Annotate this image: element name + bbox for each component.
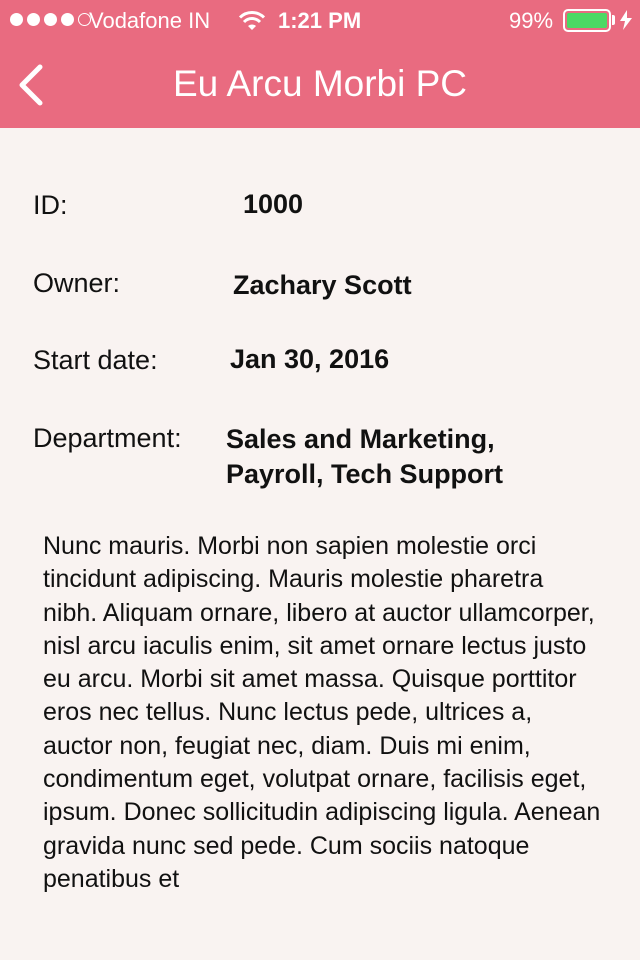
header-bar: Vodafone IN 1:21 PM 99% Eu Arcu Morbi PC xyxy=(0,0,640,128)
department-value-line1: Sales and Marketing, xyxy=(226,424,495,454)
start-date-label: Start date: xyxy=(33,345,158,375)
battery-level-fill xyxy=(567,13,607,28)
description-text: Nunc mauris. Morbi non sapien molestie o… xyxy=(43,532,601,893)
carrier-name: Vodafone IN xyxy=(89,8,211,33)
department-value-line2: Payroll, Tech Support xyxy=(226,459,504,489)
department-label: Department: xyxy=(33,423,182,453)
charging-bolt-icon xyxy=(620,10,632,30)
wifi-icon xyxy=(239,11,265,30)
owner-value: Zachary Scott xyxy=(233,270,412,300)
battery-percent: 99% xyxy=(509,8,554,33)
start-date-value: Jan 30, 2016 xyxy=(230,344,390,374)
signal-dot xyxy=(61,13,74,26)
id-value: 1000 xyxy=(243,189,304,219)
status-bar: Vodafone IN 1:21 PM 99% xyxy=(0,0,640,40)
owner-label: Owner: xyxy=(33,268,121,298)
status-time: 1:21 PM xyxy=(278,8,362,33)
signal-dot xyxy=(44,13,57,26)
detail-content: ID: 1000 Owner: Zachary Scott Start date… xyxy=(0,128,640,960)
id-label: ID: xyxy=(33,190,68,220)
signal-dot xyxy=(27,13,40,26)
battery-cap xyxy=(612,15,615,25)
battery-icon xyxy=(563,9,611,32)
signal-dot xyxy=(10,13,23,26)
page-title: Eu Arcu Morbi PC xyxy=(172,63,468,104)
signal-strength-icon xyxy=(10,13,91,26)
